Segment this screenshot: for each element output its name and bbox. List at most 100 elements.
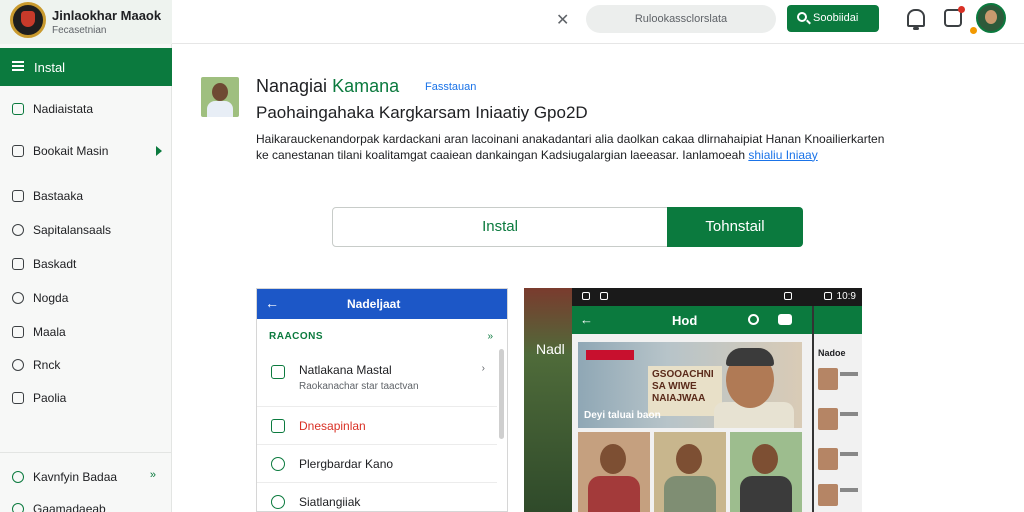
app-subtitle: Paohaingahaka Kargkarsam Iniaatiy Gpo2D xyxy=(256,103,588,122)
background-photo xyxy=(524,288,572,512)
back-arrow-icon: ← xyxy=(265,295,279,311)
brand-subtitle: Fecasetnian xyxy=(52,25,107,36)
side-thumbnail xyxy=(818,408,838,430)
sidebar-item-label: Nadiaistata xyxy=(33,102,94,116)
list-item-title: Dnesapinlan xyxy=(299,419,366,433)
status-bar: 10:9 xyxy=(524,288,862,306)
photo-thumbnail xyxy=(654,432,726,512)
home-icon xyxy=(12,103,24,115)
photo-thumbnail xyxy=(578,432,650,512)
list-item: Siatlangiiak xyxy=(257,483,497,511)
hero-sign: GSOOACHNI SA WIWE NAIAJWAA xyxy=(648,366,722,416)
sidebar: Jinlaokhar Maaok Fecasetnian Instal Nadi… xyxy=(0,0,172,512)
install-button[interactable]: Instal xyxy=(332,207,668,247)
bell-icon[interactable] xyxy=(907,9,925,30)
settings-icon xyxy=(271,495,285,509)
chevron-right-icon xyxy=(156,146,162,156)
help-icon xyxy=(12,503,24,512)
status-dot xyxy=(970,27,977,34)
list-item-title: Natlakana Mastal xyxy=(299,363,392,377)
side-text-line xyxy=(840,452,858,456)
community-icon xyxy=(12,471,24,483)
side-text-line xyxy=(840,412,858,416)
sidebar-footer-item[interactable]: Gaamadaeab xyxy=(0,496,172,512)
sidebar-item-label: Maala xyxy=(33,325,66,339)
circle-icon xyxy=(271,457,285,471)
sidebar-item[interactable]: Maala xyxy=(0,319,172,345)
sidebar-item[interactable]: Rnck xyxy=(0,352,172,378)
alarm-icon xyxy=(824,292,832,300)
primary-action-button[interactable]: Tohnstail xyxy=(667,207,803,247)
list-item: Dnesapinlan xyxy=(257,407,497,445)
sidebar-item-label: Paolia xyxy=(33,391,67,405)
shield-icon xyxy=(12,292,24,304)
photo-thumbnail xyxy=(730,432,802,512)
status-icon xyxy=(582,292,590,300)
sidebar-item[interactable]: Bookait Masin xyxy=(0,138,172,164)
screenshot-app-bar: ← Nadeljaat xyxy=(257,289,507,319)
phone-app-bar: ← Hod xyxy=(572,306,812,334)
sidebar-item-label: Bookait Masin xyxy=(33,144,109,158)
section-more-icon: » xyxy=(487,331,493,342)
bookmark-icon xyxy=(271,365,285,379)
sidebar-item[interactable]: Nogda xyxy=(0,285,172,311)
brand-header[interactable]: Jinlaokhar Maaok Fecasetnian xyxy=(0,0,172,44)
section-header: RAACONS xyxy=(269,331,324,342)
status-time: 10:9 xyxy=(836,291,856,302)
list-item-title: Plergbardar Kano xyxy=(299,457,394,471)
sidebar-item[interactable]: Sapitalansaals xyxy=(0,217,172,243)
top-bar: ✕ Rulookassclorslata Soobiidai xyxy=(172,0,1024,44)
side-list-item xyxy=(818,408,860,432)
side-text-line xyxy=(840,488,858,492)
bag-icon xyxy=(12,190,24,202)
app-screenshot-2[interactable]: Nadl 10:9 ← Hod GSOOACHNI SA WIWE NAIAJW… xyxy=(524,288,862,512)
chevron-right-icon: › xyxy=(481,363,485,374)
sidebar-item[interactable]: Baskadt xyxy=(0,251,172,277)
search-button[interactable]: Soobiidai xyxy=(787,5,879,32)
app-description: Haikarauckenandorpak kardackani aran lac… xyxy=(256,132,896,163)
document-icon xyxy=(12,392,24,404)
person-hat xyxy=(726,348,774,366)
back-arrow-icon: ← xyxy=(580,312,593,327)
avatar[interactable] xyxy=(976,3,1006,33)
sidebar-item[interactable]: Nadiaistata xyxy=(0,96,172,122)
tools-icon[interactable]: ✕ xyxy=(556,10,569,30)
settings-icon xyxy=(12,224,24,236)
search-icon xyxy=(797,12,807,22)
sidebar-footer-item[interactable]: Kavnfyin Badaa » xyxy=(0,464,172,490)
list-item: Plergbardar Kano xyxy=(257,445,497,483)
side-list-item xyxy=(818,484,860,508)
list-item: Natlakana Mastal Raokanachar star taactv… xyxy=(257,351,497,407)
search-input[interactable]: Rulookassclorslata xyxy=(586,5,776,33)
app-title-part1: Nanagiai xyxy=(256,76,328,96)
app-title: Nanagiai Kamana xyxy=(256,76,399,97)
document-icon xyxy=(271,419,285,433)
mail-icon xyxy=(12,326,24,338)
side-thumbnail xyxy=(818,484,838,506)
sidebar-divider xyxy=(0,452,172,453)
side-screen: Nadoe xyxy=(812,306,862,512)
hero-badge xyxy=(586,350,634,360)
side-thumbnail xyxy=(818,368,838,390)
battery-icon xyxy=(784,292,792,300)
side-text-line xyxy=(840,372,858,376)
sidebar-item[interactable]: Bastaaka xyxy=(0,183,172,209)
category-link[interactable]: Fasstauan xyxy=(425,81,476,93)
notification-icon[interactable] xyxy=(944,6,965,27)
sidebar-item-instal[interactable]: Instal xyxy=(0,48,172,86)
read-more-link[interactable]: shialiu Iniaay xyxy=(748,148,817,162)
search-button-label: Soobiidai xyxy=(813,12,859,24)
background-text: Nadl xyxy=(536,341,565,357)
status-icon xyxy=(600,292,608,300)
sidebar-item[interactable]: Paolia xyxy=(0,385,172,411)
brand-title: Jinlaokhar Maaok xyxy=(52,8,162,23)
scrollbar xyxy=(499,349,504,439)
app-screenshot-1[interactable]: ← Nadeljaat RAACONS » Natlakana Mastal R… xyxy=(256,288,508,512)
side-list-item xyxy=(818,448,860,472)
menu-icon xyxy=(12,61,24,71)
phone-title: Hod xyxy=(672,313,698,328)
sidebar-item-label: Kavnfyin Badaa xyxy=(33,470,118,484)
side-title: Nadoe xyxy=(818,348,846,358)
screenshot-title: Nadeljaat xyxy=(347,297,401,311)
developer-avatar xyxy=(201,77,239,117)
